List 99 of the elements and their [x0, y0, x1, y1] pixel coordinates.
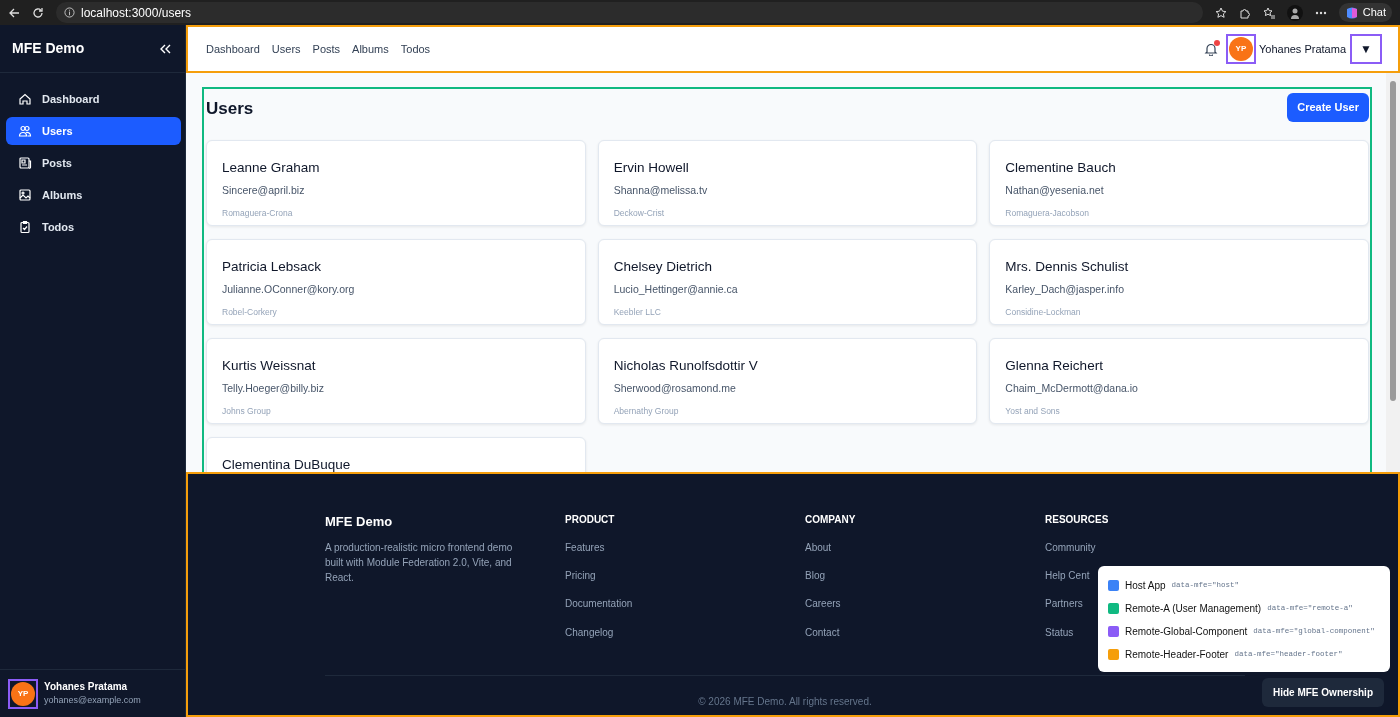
user-card[interactable]: Mrs. Dennis Schulist Karley_Dach@jasper.info Considine-Lockman: [989, 238, 1369, 325]
scrollbar[interactable]: [1386, 73, 1400, 472]
profile-icon[interactable]: [1286, 4, 1303, 21]
user-card[interactable]: Clementine Bauch Nathan@yesenia.net Romaguera-Jacobson: [989, 139, 1369, 226]
sidebar-item[interactable]: Users: [6, 117, 181, 145]
company-name: Deckow-Crist: [613, 206, 666, 220]
image-icon: [18, 188, 32, 202]
url-text: localhost:3000/users: [81, 4, 192, 22]
legend-label: Remote-Header-Footer: [1125, 648, 1229, 662]
reload-icon[interactable]: [32, 6, 44, 19]
footer-link[interactable]: Status: [1045, 626, 1074, 639]
user-card[interactable]: Nicholas Runolfsdottir V Sherwood@rosamond.me Abernathy Group: [597, 337, 978, 424]
user-name: Mrs. Dennis Schulist: [1005, 257, 1130, 276]
footer-link[interactable]: Documentation: [565, 598, 633, 611]
user-name: Patricia Lebsack: [222, 257, 323, 276]
address-bar[interactable]: localhost:3000/users: [56, 2, 1203, 23]
footer-link[interactable]: Community: [1045, 542, 1096, 554]
user-card[interactable]: Kurtis Weissnat Telly.Hoeger@billy.biz Johns Group: [206, 337, 586, 424]
info-icon: [64, 7, 75, 18]
legend-label: Remote-A (User Management): [1125, 602, 1262, 616]
legend-label: Remote-Global-Component: [1125, 625, 1248, 639]
user-card[interactable]: Glenna Reichert Chaim_McDermott@dana.io Yost and Sons: [989, 337, 1369, 424]
user-card[interactable]: Leanne Graham Sincere@april.biz Romaguera-Crona: [206, 139, 586, 226]
sidebar-item[interactable]: Todos: [6, 213, 181, 241]
app-title: MFE Demo: [12, 40, 85, 57]
chat-logo-icon: [1344, 5, 1359, 20]
user-name: Clementina DuBuque: [222, 455, 352, 472]
footer-heading: RESOURCES: [1045, 513, 1110, 527]
user-email: Chaim_McDermott@dana.io: [1005, 380, 1139, 396]
sidebar-item[interactable]: Posts: [6, 149, 181, 177]
user-email: Nathan@yesenia.net: [1005, 182, 1105, 198]
company-name: Romaguera-Jacobson: [1005, 206, 1090, 220]
user-card[interactable]: Clementina DuBuque: [206, 436, 586, 472]
footer-heading: PRODUCT: [565, 513, 616, 527]
user-email: Sincere@april.biz: [222, 182, 306, 198]
user-name: Clementine Bauch: [1005, 158, 1117, 177]
user-avatar: YP: [8, 678, 38, 709]
footer-description: A production-realistic micro frontend demo built with Module Federation 2.0, Vite, and React.: [325, 540, 514, 585]
nav-link[interactable]: Albums: [352, 40, 389, 58]
user-email: Shanna@melissa.tv: [613, 182, 709, 198]
user-name[interactable]: Yohanes Pratama: [1258, 40, 1346, 58]
favorites-icon[interactable]: [1262, 6, 1275, 19]
user-email: Lucio_Hettinger@annie.ca: [613, 281, 739, 297]
company-name: Yost and Sons: [1005, 404, 1061, 418]
page-title: Users: [206, 99, 254, 120]
footer-heading: COMPANY: [805, 513, 857, 527]
sidebar-item[interactable]: Albums: [6, 181, 181, 209]
footer-link[interactable]: Pricing: [565, 570, 596, 583]
footer-link[interactable]: Partners: [1045, 598, 1083, 611]
company-name: Considine-Lockman: [1005, 305, 1082, 319]
user-card[interactable]: Ervin Howell Shanna@melissa.tv Deckow-Crist: [597, 139, 978, 226]
footer-link[interactable]: Blog: [805, 570, 825, 583]
user-email: Sherwood@rosamond.me: [613, 380, 737, 396]
user-name: Nicholas Runolfsdottir V: [613, 356, 759, 375]
user-name: Ervin Howell: [613, 158, 690, 177]
star-icon[interactable]: [1214, 6, 1227, 19]
footer-link[interactable]: Careers: [805, 598, 841, 611]
nav-link[interactable]: Posts: [312, 40, 341, 58]
footer-link[interactable]: Features: [565, 542, 605, 554]
nav-link[interactable]: Dashboard: [206, 40, 260, 58]
hide-ownership-button[interactable]: Hide MFE Ownership: [1262, 678, 1384, 707]
create-user-button[interactable]: Create User: [1287, 93, 1369, 122]
user-menu-button[interactable]: ▼: [1350, 34, 1382, 64]
puzzle-icon[interactable]: [1238, 6, 1251, 19]
user-email: Karley_Dach@jasper.info: [1005, 281, 1125, 297]
bell-icon[interactable]: [1203, 42, 1218, 56]
user-card[interactable]: Patricia Lebsack Julianne.OConner@kory.org Robel-Corkery: [206, 238, 586, 325]
company-name: Romaguera-Crona: [222, 206, 294, 220]
sidebar-item[interactable]: Dashboard: [6, 85, 181, 113]
users-icon: [18, 124, 32, 138]
footer-link[interactable]: Help Cent: [1045, 570, 1090, 583]
user-name: Kurtis Weissnat: [222, 356, 317, 375]
footer-link[interactable]: About: [805, 542, 832, 554]
copyright-text: © 2026 MFE Demo. All rights reserved.: [697, 694, 873, 709]
user-name: Leanne Graham: [222, 158, 321, 177]
user-email: yohanes@example.com: [44, 694, 141, 708]
chat-button[interactable]: Chat: [1338, 3, 1392, 22]
back-icon[interactable]: [8, 6, 20, 19]
nav-link[interactable]: Users: [271, 40, 301, 58]
company-name: Abernathy Group: [613, 404, 680, 418]
user-card[interactable]: Chelsey Dietrich Lucio_Hettinger@annie.ca Keebler LLC: [597, 238, 978, 325]
more-icon[interactable]: [1314, 10, 1327, 15]
footer-brand: MFE Demo: [325, 513, 394, 531]
company-name: Johns Group: [222, 404, 272, 418]
collapse-icon[interactable]: [159, 42, 171, 55]
footer-link[interactable]: Contact: [805, 626, 840, 639]
user-name: Chelsey Dietrich: [613, 257, 713, 276]
user-email: Julianne.OConner@kory.org: [222, 281, 356, 297]
home-icon: [18, 92, 32, 106]
user-email: Telly.Hoeger@billy.biz: [222, 380, 325, 396]
newspaper-icon: [18, 156, 32, 170]
user-name: Glenna Reichert: [1005, 356, 1104, 375]
nav-link[interactable]: Todos: [400, 40, 431, 58]
legend-label: Host App: [1125, 579, 1166, 593]
company-name: Robel-Corkery: [222, 305, 278, 319]
company-name: Keebler LLC: [613, 305, 662, 319]
clipboard-check-icon: [18, 220, 32, 234]
user-name: Yohanes Pratama: [44, 680, 129, 695]
footer-link[interactable]: Changelog: [565, 626, 614, 639]
